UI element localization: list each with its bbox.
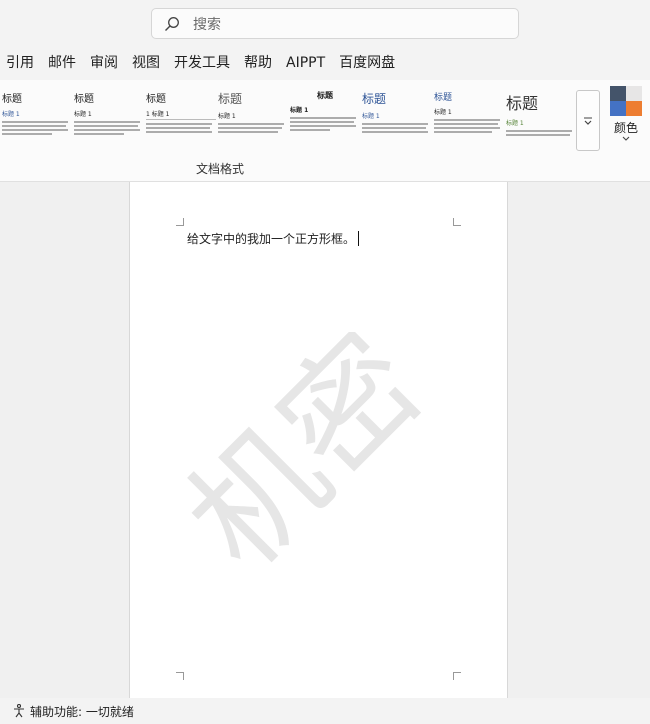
- search-placeholder: 搜索: [193, 16, 221, 33]
- style-set-heading: 标题 1: [362, 113, 380, 120]
- style-set-lines: [74, 121, 144, 135]
- menu-help[interactable]: 帮助: [237, 48, 279, 78]
- menu-mailings[interactable]: 邮件: [41, 48, 83, 78]
- menu-aippt[interactable]: AIPPT: [279, 48, 332, 78]
- style-set-thumb[interactable]: 标题 标题 1: [218, 90, 288, 152]
- ribbon: 标题 标题 1 标题 标题 1 标题 1 标题 1 标题 标题 1 标题 标题 …: [0, 80, 650, 182]
- colors-button[interactable]: 颜色: [606, 86, 646, 152]
- style-set-lines: [506, 130, 576, 136]
- margin-corner-marker: [453, 672, 461, 680]
- style-set-title: 标题: [218, 92, 243, 106]
- document-page[interactable]: 给文字中的我加一个正方形框。 机密: [129, 182, 508, 698]
- title-bar: 搜索: [0, 0, 650, 46]
- style-set-title: 标题: [434, 93, 453, 103]
- style-set-title: 标题: [362, 92, 387, 106]
- style-set-heading: 标题 1: [74, 111, 92, 118]
- accessibility-status[interactable]: 辅助功能: 一切就绪: [30, 703, 134, 720]
- menu-bar: 引用 邮件 审阅 视图 开发工具 帮助 AIPPT 百度网盘: [0, 48, 650, 78]
- status-bar: 辅助功能: 一切就绪: [0, 698, 650, 724]
- ribbon-group-label: 文档格式: [196, 162, 245, 176]
- search-icon: [165, 16, 179, 31]
- menu-review[interactable]: 审阅: [83, 48, 125, 78]
- watermark-text: 机密: [185, 332, 445, 592]
- accessibility-icon[interactable]: [12, 704, 26, 718]
- style-set-lines: [362, 123, 432, 133]
- gallery-more-button[interactable]: [576, 90, 600, 151]
- chevron-down-icon: [622, 136, 630, 141]
- style-set-title: 标题: [317, 90, 333, 100]
- style-set-gallery: 标题 标题 1 标题 标题 1 标题 1 标题 1 标题 标题 1 标题 标题 …: [0, 90, 574, 152]
- document-workspace: 给文字中的我加一个正方形框。 机密: [0, 182, 650, 698]
- theme-colors-icon: [610, 86, 642, 116]
- menu-baidu-netdisk[interactable]: 百度网盘: [332, 48, 402, 78]
- style-set-thumb[interactable]: 标题 标题 1: [74, 90, 144, 152]
- chevron-down-icon: [584, 117, 592, 125]
- margin-corner-marker: [453, 218, 461, 226]
- style-set-heading: 标题 1: [434, 109, 452, 116]
- style-set-thumb[interactable]: 标题 标题 1: [290, 90, 360, 152]
- style-set-thumb[interactable]: 标题 标题 1: [434, 90, 504, 152]
- style-set-heading: 标题 1: [2, 111, 20, 118]
- style-set-heading: 1 标题 1: [146, 109, 216, 120]
- colors-label: 颜色: [613, 121, 638, 135]
- menu-developer[interactable]: 开发工具: [167, 48, 237, 78]
- style-set-heading: 标题 1: [506, 120, 524, 127]
- document-body-text[interactable]: 给文字中的我加一个正方形框。: [187, 230, 360, 247]
- menu-view[interactable]: 视图: [125, 48, 167, 78]
- search-box[interactable]: 搜索: [151, 8, 519, 39]
- style-set-thumb[interactable]: 标题 标题 1: [362, 90, 432, 152]
- style-set-lines: [146, 123, 216, 133]
- style-set-thumb[interactable]: 标题 标题 1: [2, 90, 72, 152]
- text-caret: [358, 231, 360, 246]
- confidential-watermark: 机密: [185, 332, 445, 592]
- style-set-title: 标题: [74, 94, 94, 105]
- style-set-title: 标题: [146, 94, 166, 105]
- style-set-heading: 标题 1: [218, 113, 236, 120]
- style-set-heading: 标题 1: [290, 107, 309, 114]
- body-text-content: 给文字中的我加一个正方形框。: [187, 232, 356, 246]
- margin-corner-marker: [176, 218, 184, 226]
- style-set-lines: [434, 119, 504, 133]
- style-set-thumb[interactable]: 标题 标题 1: [506, 90, 576, 152]
- style-set-lines: [290, 117, 360, 131]
- margin-corner-marker: [176, 672, 184, 680]
- menu-references[interactable]: 引用: [0, 48, 41, 78]
- style-set-lines: [2, 121, 72, 135]
- style-set-title: 标题: [506, 94, 539, 113]
- style-set-title: 标题: [2, 94, 22, 105]
- style-set-thumb[interactable]: 标题 1 标题 1: [146, 90, 216, 152]
- style-set-lines: [218, 123, 288, 133]
